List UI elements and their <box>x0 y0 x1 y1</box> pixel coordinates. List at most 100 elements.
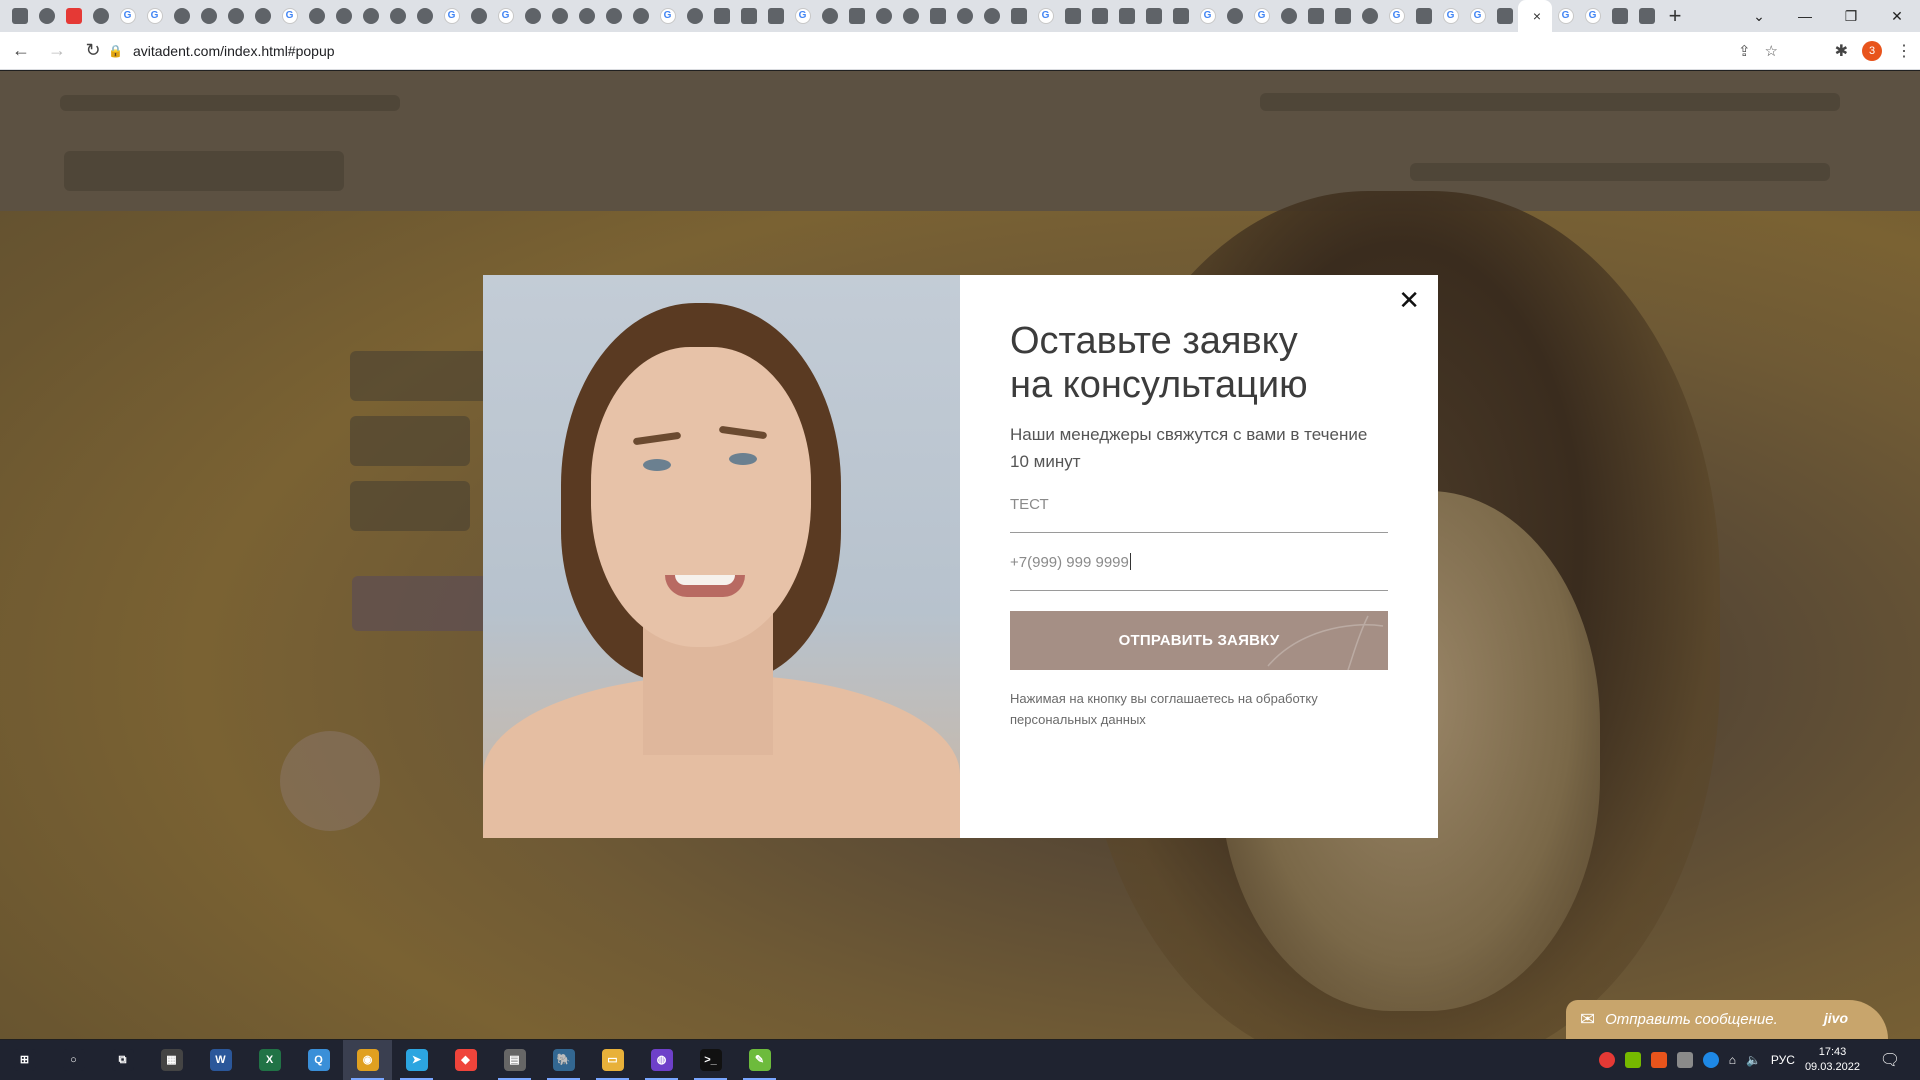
tray-chrome-icon[interactable] <box>1598 1052 1615 1068</box>
browser-tab[interactable]: G <box>1579 0 1606 32</box>
tray-skype-icon[interactable] <box>1702 1052 1719 1068</box>
browser-tab[interactable] <box>1356 0 1383 32</box>
browser-tab[interactable] <box>195 0 222 32</box>
menu-kebab-icon[interactable]: ⋮ <box>1896 41 1912 61</box>
browser-tab[interactable] <box>1113 0 1140 32</box>
browser-tab[interactable]: G <box>1383 0 1410 32</box>
taskbar-app[interactable]: ◉ <box>343 1040 392 1080</box>
browser-tab[interactable] <box>843 0 870 32</box>
browser-tab[interactable] <box>681 0 708 32</box>
browser-tab[interactable] <box>6 0 33 32</box>
taskbar-app[interactable]: Q <box>294 1040 343 1080</box>
browser-tab[interactable] <box>1275 0 1302 32</box>
browser-tab[interactable] <box>303 0 330 32</box>
browser-tab[interactable] <box>411 0 438 32</box>
restore-button[interactable]: ❐ <box>1828 0 1874 32</box>
submit-button[interactable]: ОТПРАВИТЬ ЗАЯВКУ <box>1010 611 1388 670</box>
browser-tab[interactable] <box>87 0 114 32</box>
browser-tab[interactable] <box>546 0 573 32</box>
browser-tab[interactable] <box>1167 0 1194 32</box>
browser-tab[interactable]: G <box>492 0 519 32</box>
forward-button[interactable]: → <box>42 36 72 66</box>
bookmark-star-icon[interactable]: ☆ <box>1765 42 1778 60</box>
browser-tab[interactable]: G <box>141 0 168 32</box>
browser-tab[interactable] <box>573 0 600 32</box>
browser-tab[interactable]: G <box>1032 0 1059 32</box>
profile-avatar[interactable]: 3 <box>1862 41 1882 61</box>
notifications-icon[interactable]: 🗨 <box>1870 1040 1910 1080</box>
browser-tab[interactable] <box>1140 0 1167 32</box>
popup-close-button[interactable]: ✕ <box>1398 285 1420 316</box>
address-bar[interactable]: 🔒 avitadent.com/index.html#popup ⇪ ☆ <box>108 36 1788 66</box>
tab-close-icon[interactable]: × <box>1533 8 1541 24</box>
browser-tab[interactable] <box>600 0 627 32</box>
phone-field[interactable]: +7(999) 999 9999 <box>1010 553 1388 591</box>
active-tab[interactable]: × <box>1518 0 1552 32</box>
taskbar-app[interactable]: ⊞ <box>0 1040 49 1080</box>
browser-tab[interactable] <box>168 0 195 32</box>
browser-tab[interactable] <box>1005 0 1032 32</box>
browser-tab[interactable]: G <box>1464 0 1491 32</box>
browser-tab[interactable]: G <box>114 0 141 32</box>
browser-tab[interactable] <box>1329 0 1356 32</box>
taskbar-app[interactable]: ▭ <box>588 1040 637 1080</box>
taskbar-app[interactable]: 🐘 <box>539 1040 588 1080</box>
browser-tab[interactable] <box>1410 0 1437 32</box>
taskbar-app[interactable]: ➤ <box>392 1040 441 1080</box>
language-indicator[interactable]: РУС <box>1771 1053 1795 1067</box>
browser-tab[interactable]: G <box>1552 0 1579 32</box>
browser-tab[interactable] <box>1086 0 1113 32</box>
taskbar-app[interactable]: ○ <box>49 1040 98 1080</box>
taskbar-app[interactable]: ▦ <box>147 1040 196 1080</box>
browser-tab[interactable]: G <box>789 0 816 32</box>
browser-tab[interactable] <box>1633 0 1660 32</box>
volume-icon[interactable]: 🔈 <box>1746 1053 1761 1067</box>
browser-tab[interactable] <box>951 0 978 32</box>
tab-search-icon[interactable]: ⌄ <box>1736 0 1782 32</box>
browser-tab[interactable]: G <box>1248 0 1275 32</box>
browser-tab[interactable] <box>627 0 654 32</box>
browser-tab[interactable] <box>816 0 843 32</box>
browser-tab[interactable] <box>708 0 735 32</box>
browser-tab[interactable] <box>762 0 789 32</box>
browser-tab[interactable] <box>519 0 546 32</box>
browser-tab[interactable] <box>222 0 249 32</box>
browser-tab[interactable] <box>384 0 411 32</box>
browser-tab[interactable] <box>1059 0 1086 32</box>
network-icon[interactable]: ⌂ <box>1729 1053 1736 1067</box>
taskbar-app[interactable]: ✎ <box>735 1040 784 1080</box>
browser-tab[interactable] <box>465 0 492 32</box>
taskbar-app[interactable]: W <box>196 1040 245 1080</box>
minimize-button[interactable]: — <box>1782 0 1828 32</box>
browser-tab[interactable]: G <box>1194 0 1221 32</box>
browser-tab[interactable] <box>60 0 87 32</box>
tray-app-icon[interactable] <box>1650 1052 1667 1068</box>
reload-button[interactable]: ↻ <box>78 36 108 66</box>
taskbar-app[interactable]: X <box>245 1040 294 1080</box>
taskbar-app[interactable]: ◆ <box>441 1040 490 1080</box>
tray-nvidia-icon[interactable] <box>1624 1052 1641 1068</box>
browser-tab[interactable] <box>33 0 60 32</box>
browser-tab[interactable] <box>1606 0 1633 32</box>
browser-tab[interactable] <box>249 0 276 32</box>
taskbar-app[interactable]: ▤ <box>490 1040 539 1080</box>
browser-tab[interactable] <box>924 0 951 32</box>
extensions-icon[interactable]: ✱ <box>1835 41 1848 61</box>
browser-tab[interactable]: G <box>1437 0 1464 32</box>
browser-tab[interactable] <box>1491 0 1518 32</box>
close-window-button[interactable]: ✕ <box>1874 0 1920 32</box>
browser-tab[interactable] <box>978 0 1005 32</box>
new-tab-button[interactable]: + <box>1660 0 1690 32</box>
browser-tab[interactable] <box>897 0 924 32</box>
browser-tab[interactable]: G <box>276 0 303 32</box>
share-icon[interactable]: ⇪ <box>1738 42 1751 60</box>
browser-tab[interactable] <box>870 0 897 32</box>
name-field[interactable]: ТЕСТ <box>1010 495 1388 533</box>
browser-tab[interactable] <box>1302 0 1329 32</box>
taskbar-app[interactable]: ⧉ <box>98 1040 147 1080</box>
taskbar-app[interactable]: >_ <box>686 1040 735 1080</box>
browser-tab[interactable] <box>735 0 762 32</box>
browser-tab[interactable] <box>357 0 384 32</box>
taskbar-app[interactable]: ◍ <box>637 1040 686 1080</box>
jivo-chat-widget[interactable]: ✉ Отправить сообщение. jivo <box>1566 1000 1888 1039</box>
